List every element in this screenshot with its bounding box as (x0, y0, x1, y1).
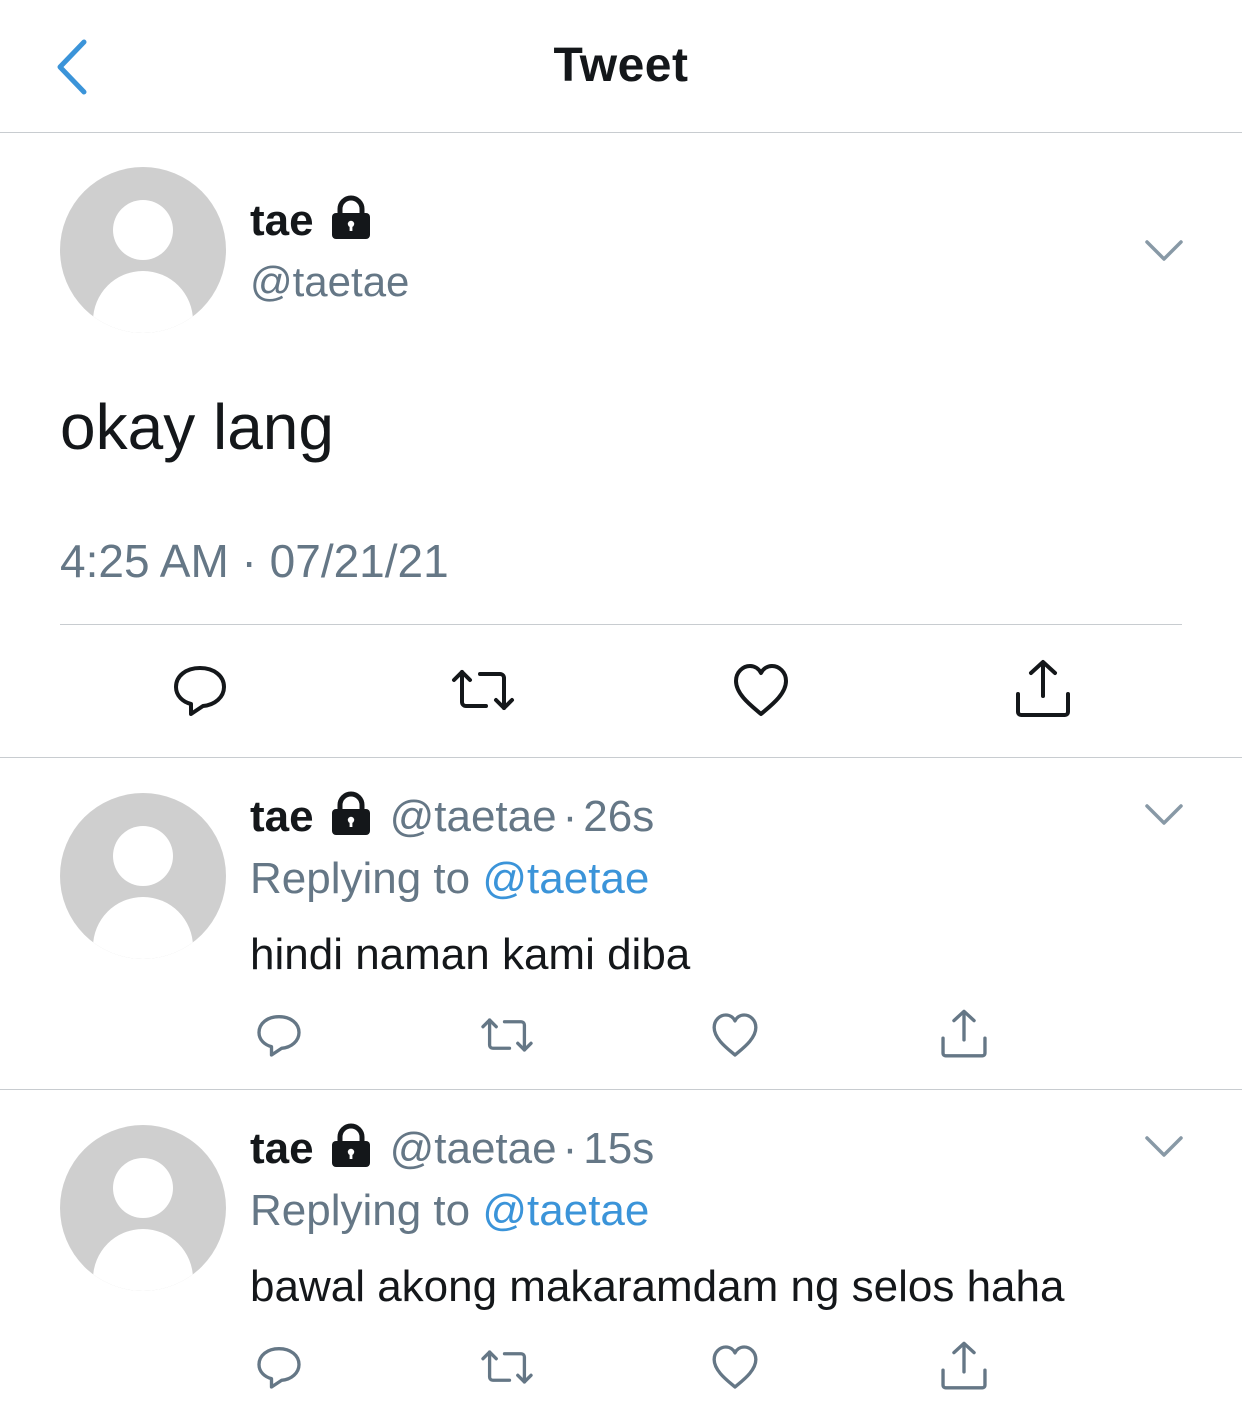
reply-header: tae @taetae · 15s (250, 1123, 654, 1174)
retweet-button[interactable] (478, 1010, 536, 1065)
reply-button[interactable] (254, 1010, 304, 1065)
divider (60, 624, 1182, 625)
separator-dot: · (562, 792, 578, 841)
avatar[interactable] (60, 1125, 226, 1291)
divider (0, 757, 1242, 758)
avatar[interactable] (60, 793, 226, 959)
share-button[interactable] (938, 1340, 990, 1397)
like-button[interactable] (710, 1342, 760, 1397)
divider (0, 1089, 1242, 1090)
mention-link[interactable]: @taetae (482, 1186, 649, 1235)
avatar[interactable] (60, 167, 226, 333)
share-icon (941, 1341, 987, 1390)
like-button[interactable] (731, 660, 791, 725)
separator-dot: · (562, 1124, 578, 1173)
retweet-icon (452, 670, 514, 710)
share-button[interactable] (1012, 658, 1074, 725)
retweet-icon (481, 1350, 533, 1384)
heart-icon (734, 664, 788, 716)
author-handle[interactable]: @taetae (250, 258, 409, 306)
lock-icon (331, 791, 370, 836)
reply-header: tae @taetae · 26s (250, 791, 654, 842)
reply-button[interactable] (254, 1342, 304, 1397)
share-icon (1016, 660, 1070, 717)
reply-icon (174, 666, 226, 716)
reply-icon (257, 1347, 301, 1389)
like-button[interactable] (710, 1010, 760, 1065)
chevron-down-icon (1145, 240, 1183, 261)
heart-icon (712, 1013, 758, 1057)
share-icon (941, 1009, 987, 1058)
reply-time[interactable]: 26s (583, 792, 654, 841)
author-handle[interactable]: @taetae (390, 792, 557, 841)
reply-button[interactable] (170, 660, 230, 725)
mention-link[interactable]: @taetae (482, 854, 649, 903)
replying-to-label: Replying to (250, 854, 483, 903)
reply-text: bawal akong makaramdam ng selos haha (250, 1262, 1065, 1311)
replying-to: Replying to @taetae (250, 1186, 649, 1236)
author-handle[interactable]: @taetae (390, 1124, 557, 1173)
reply-time[interactable]: 15s (583, 1124, 654, 1173)
lock-icon (331, 1123, 370, 1168)
reply-icon (257, 1015, 301, 1057)
replying-to: Replying to @taetae (250, 854, 649, 904)
tweet-text: okay lang (60, 391, 334, 463)
tweet-options-button[interactable] (1144, 238, 1184, 264)
share-button[interactable] (938, 1008, 990, 1065)
author-name[interactable]: tae (250, 195, 374, 246)
display-name[interactable]: tae (250, 1124, 314, 1173)
retweet-button[interactable] (448, 660, 518, 725)
display-name: tae (250, 196, 314, 245)
replying-to-label: Replying to (250, 1186, 483, 1235)
lock-icon (331, 195, 370, 240)
reply-text: hindi naman kami diba (250, 930, 691, 979)
chevron-down-icon (1145, 804, 1183, 825)
retweet-icon (481, 1018, 533, 1052)
top-nav-bar: Tweet (0, 0, 1242, 133)
page-title: Tweet (553, 39, 689, 92)
heart-icon (712, 1345, 758, 1389)
display-name[interactable]: tae (250, 792, 314, 841)
tweet-timestamp: 4:25 AM · 07/21/21 (60, 535, 449, 587)
chevron-down-icon (1145, 1136, 1183, 1157)
tweet-options-button[interactable] (1144, 1134, 1184, 1160)
retweet-button[interactable] (478, 1342, 536, 1397)
tweet-options-button[interactable] (1144, 802, 1184, 828)
